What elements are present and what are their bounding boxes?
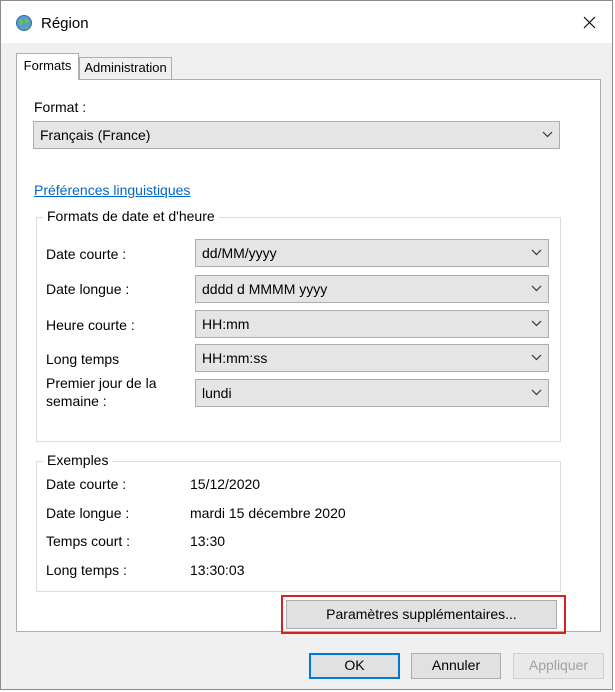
example-long-time-label: Long temps : — [46, 562, 127, 578]
chevron-down-icon — [542, 131, 553, 138]
long-time-select[interactable]: HH:mm:ss — [195, 344, 549, 372]
first-day-value: lundi — [202, 385, 232, 401]
additional-settings-button[interactable]: Paramètres supplémentaires... — [286, 600, 557, 629]
format-select-value: Français (France) — [40, 127, 151, 143]
formats-panel: Format : Français (France) Préférences l… — [16, 79, 601, 632]
chevron-down-icon — [531, 249, 542, 256]
language-preferences-link[interactable]: Préférences linguistiques — [34, 182, 190, 198]
window-title: Région — [41, 15, 89, 32]
globe-icon — [15, 14, 33, 32]
long-time-value: HH:mm:ss — [202, 350, 268, 366]
example-long-time-value: 13:30:03 — [190, 562, 245, 578]
example-short-time-label: Temps court : — [46, 533, 131, 549]
first-day-label-line1: Premier jour de la — [46, 375, 157, 391]
title-bar: Région — [1, 1, 612, 43]
short-date-value: dd/MM/yyyy — [202, 245, 277, 261]
apply-button[interactable]: Appliquer — [513, 653, 604, 679]
long-date-select[interactable]: dddd d MMMM yyyy — [195, 275, 549, 303]
date-time-formats-group: Formats de date et d'heure Date courte :… — [36, 208, 561, 442]
close-icon — [583, 16, 595, 28]
chevron-down-icon — [531, 389, 542, 396]
short-time-select[interactable]: HH:mm — [195, 310, 549, 338]
format-select[interactable]: Français (France) — [33, 121, 560, 149]
examples-title: Exemples — [43, 452, 113, 468]
long-date-value: dddd d MMMM yyyy — [202, 281, 328, 297]
first-day-label-line2: semaine : — [46, 393, 107, 409]
tab-administration[interactable]: Administration — [79, 57, 172, 79]
examples-group: Exemples Date courte : 15/12/2020 Date l… — [36, 452, 561, 592]
tab-formats[interactable]: Formats — [16, 53, 79, 80]
example-short-date-value: 15/12/2020 — [190, 476, 261, 492]
first-day-select[interactable]: lundi — [195, 379, 549, 407]
long-time-label: Long temps — [46, 351, 120, 367]
close-button[interactable] — [566, 1, 612, 43]
long-date-label: Date longue : — [46, 281, 130, 297]
short-time-label: Heure courte : — [46, 317, 135, 333]
chevron-down-icon — [531, 320, 542, 327]
short-date-select[interactable]: dd/MM/yyyy — [195, 239, 549, 267]
chevron-down-icon — [531, 285, 542, 292]
example-short-time-value: 13:30 — [190, 533, 226, 549]
ok-button[interactable]: OK — [309, 653, 400, 679]
format-label: Format : — [34, 99, 87, 115]
short-time-value: HH:mm — [202, 316, 250, 332]
region-dialog: Région Formats Administration Format : F… — [0, 0, 613, 690]
example-long-date-label: Date longue : — [46, 505, 130, 521]
example-long-date-value: mardi 15 décembre 2020 — [190, 505, 346, 521]
date-time-formats-title: Formats de date et d'heure — [43, 208, 219, 224]
chevron-down-icon — [531, 354, 542, 361]
cancel-button[interactable]: Annuler — [411, 653, 501, 679]
example-short-date-label: Date courte : — [46, 476, 127, 492]
short-date-label: Date courte : — [46, 246, 127, 262]
